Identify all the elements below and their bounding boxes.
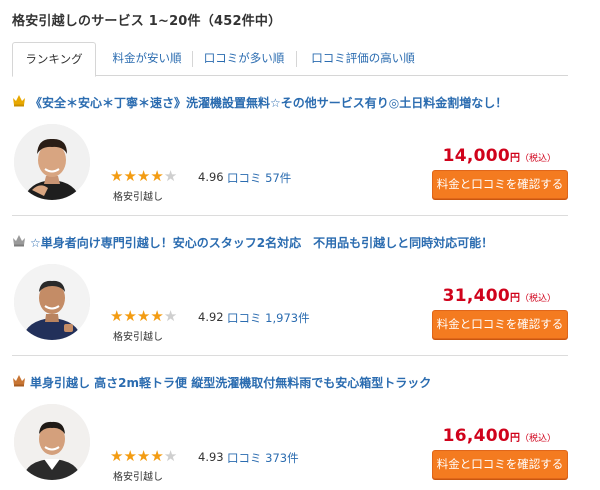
price-value: 31,400: [442, 286, 510, 306]
tab-separator: [192, 51, 193, 67]
star-icon: ★: [136, 307, 151, 325]
star-icon: ★: [123, 307, 137, 325]
list-item: 《安全＊安心＊丁寧＊速さ》洗濯機設置無料☆その他サービス有り◎土日料金割増なし！…: [12, 94, 568, 216]
item-title[interactable]: ☆単身者向け専門引越し！安心のスタッフ2名対応 不用品も引越しと同時対応可能！: [30, 234, 493, 251]
tax-label: （税込）: [519, 154, 556, 164]
tax-label: （税込）: [519, 294, 556, 304]
price-block: 16,400円（税込）: [443, 426, 556, 446]
crown-silver-icon: [13, 235, 25, 247]
price-unit: 円: [509, 153, 520, 164]
price-block: 14,000円（税込）: [443, 146, 556, 166]
tab-price-low[interactable]: 料金が安い順: [108, 42, 186, 76]
star-rating: ★★★★★: [110, 168, 177, 184]
star-icon: ★: [110, 167, 124, 185]
review-label[interactable]: 口コミ: [227, 451, 262, 465]
divider: [12, 215, 568, 216]
crown-gold-icon: [13, 95, 25, 107]
star-icon: ★: [136, 447, 151, 465]
rating-score: 4.93: [198, 450, 224, 464]
crown-bronze-icon: [13, 375, 25, 387]
review-label[interactable]: 口コミ: [227, 311, 262, 325]
star-rating: ★★★★★: [110, 308, 177, 324]
sort-tabs: ランキング 料金が安い順 口コミが多い順 口コミ評価の高い順: [12, 42, 568, 77]
review-link[interactable]: 口コミ 57件: [227, 170, 291, 186]
check-price-reviews-button[interactable]: 料金と口コミを確認する: [432, 450, 568, 479]
star-rating: ★★★★★: [110, 448, 177, 464]
review-label[interactable]: 口コミ: [227, 171, 262, 185]
price-unit: 円: [509, 433, 520, 444]
tab-review-score[interactable]: 口コミ評価の高い順: [304, 42, 422, 76]
list-item: 単身引越し 高さ2m軽トラ便 縦型洗濯機取付無料雨でも安心箱型トラック ★★★★…: [12, 374, 568, 486]
star-icon: ★: [150, 447, 164, 465]
tax-label: （税込）: [519, 434, 556, 444]
star-icon: ★: [123, 167, 137, 185]
category-label: 格安引越し: [113, 472, 163, 483]
tab-ranking[interactable]: ランキング: [12, 42, 96, 77]
price-unit: 円: [509, 293, 520, 304]
star-icon: ★: [150, 307, 164, 325]
check-price-reviews-button[interactable]: 料金と口コミを確認する: [432, 310, 568, 339]
rating-score: 4.92: [198, 310, 224, 324]
star-empty-icon: ★: [163, 167, 178, 185]
item-title[interactable]: 《安全＊安心＊丁寧＊速さ》洗濯機設置無料☆その他サービス有り◎土日料金割増なし！: [30, 94, 507, 111]
price-value: 16,400: [442, 426, 510, 446]
star-icon: ★: [110, 447, 124, 465]
tab-review-count[interactable]: 口コミが多い順: [198, 42, 290, 76]
check-price-reviews-button[interactable]: 料金と口コミを確認する: [432, 170, 568, 199]
star-icon: ★: [110, 307, 124, 325]
avatar: [14, 404, 90, 480]
avatar: [14, 264, 90, 340]
star-icon: ★: [136, 167, 151, 185]
page-title: 格安引越しのサービス 1~20件（452件中）: [12, 14, 282, 29]
category-label: 格安引越し: [113, 192, 163, 203]
review-count[interactable]: 1,973件: [265, 311, 309, 325]
review-link[interactable]: 口コミ 1,973件: [227, 310, 310, 326]
rating-score: 4.96: [198, 170, 224, 184]
list-item: ☆単身者向け専門引越し！安心のスタッフ2名対応 不用品も引越しと同時対応可能！ …: [12, 234, 568, 356]
price-block: 31,400円（税込）: [443, 286, 556, 306]
star-icon: ★: [150, 167, 164, 185]
category-label: 格安引越し: [113, 332, 163, 343]
item-title[interactable]: 単身引越し 高さ2m軽トラ便 縦型洗濯機取付無料雨でも安心箱型トラック: [30, 374, 431, 391]
review-link[interactable]: 口コミ 373件: [227, 450, 299, 466]
star-empty-icon: ★: [163, 447, 178, 465]
divider: [12, 355, 568, 356]
star-empty-icon: ★: [163, 307, 178, 325]
star-icon: ★: [123, 447, 137, 465]
tab-separator: [296, 51, 297, 67]
review-count[interactable]: 57件: [265, 171, 291, 185]
avatar: [14, 124, 90, 200]
review-count[interactable]: 373件: [265, 451, 298, 465]
price-value: 14,000: [442, 146, 510, 166]
